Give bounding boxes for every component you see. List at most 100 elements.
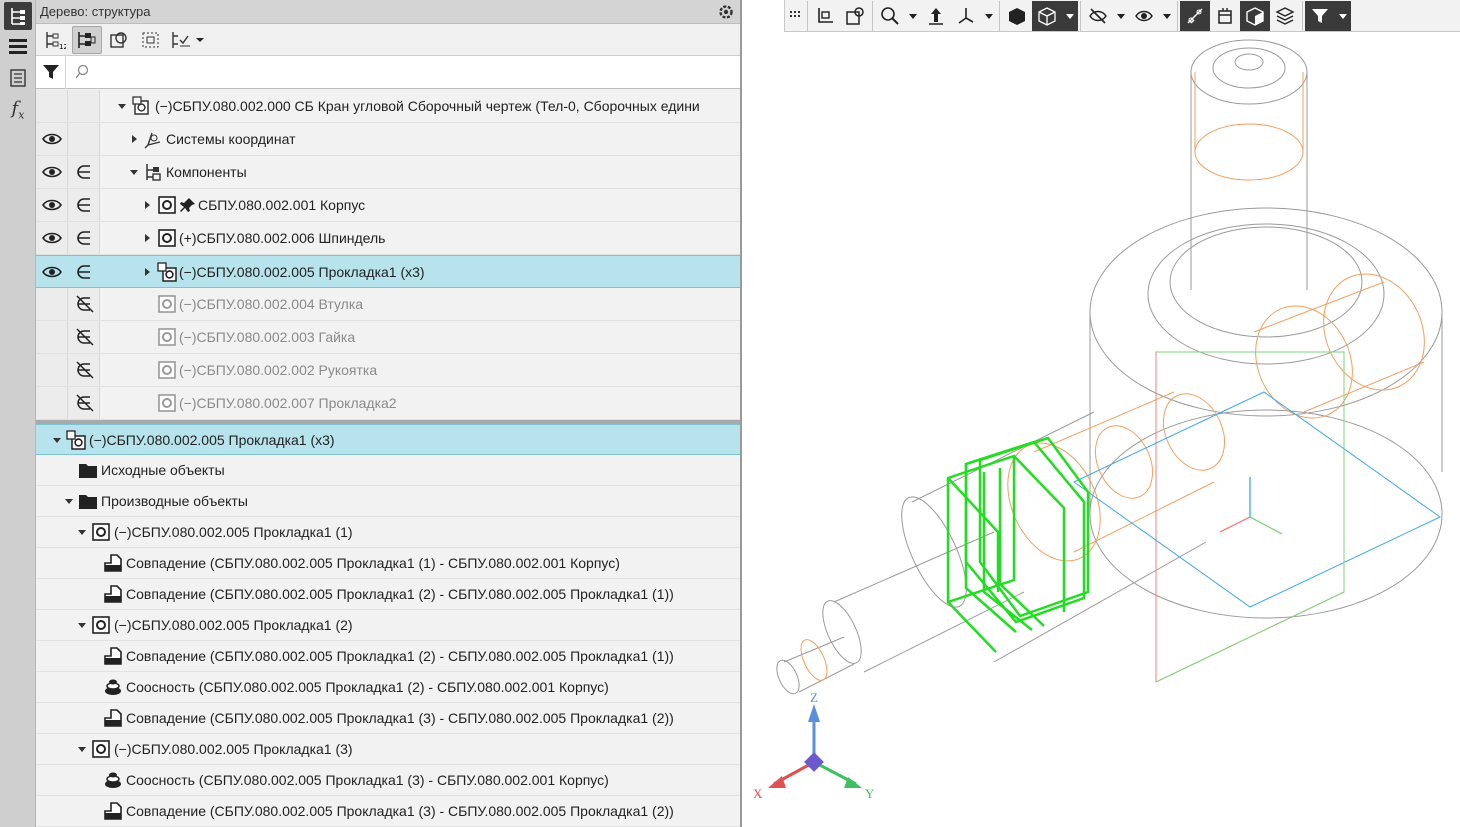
excluded-icon[interactable] <box>74 294 96 314</box>
chevron-down-icon[interactable] <box>905 1 921 31</box>
list-item[interactable]: Совпадение (СБПУ.080.002.005 Прокладка1 … <box>36 703 740 734</box>
separator <box>1302 0 1303 31</box>
filter-icon[interactable] <box>36 55 66 89</box>
properties-icon[interactable] <box>4 64 32 92</box>
eye-icon[interactable] <box>42 164 62 180</box>
wireframe-icon[interactable] <box>1032 0 1062 31</box>
orientation-icon[interactable] <box>951 1 981 31</box>
select-frame-icon[interactable] <box>136 26 166 54</box>
chevron-down-icon[interactable] <box>117 101 127 111</box>
zoom-fit-icon[interactable] <box>810 1 840 31</box>
search-input[interactable] <box>94 58 740 86</box>
part-icon <box>158 361 176 379</box>
excluded-icon[interactable] <box>74 327 96 347</box>
parts-icon[interactable] <box>104 26 134 54</box>
folder-icon <box>79 464 97 478</box>
pan-icon[interactable] <box>921 1 951 31</box>
structure-tree-icon[interactable] <box>72 25 102 54</box>
list-item-label: Совпадение (СБПУ.080.002.005 Прокладка1 … <box>126 710 674 726</box>
tree-icon[interactable] <box>4 2 32 30</box>
list-item[interactable]: (−)СБПУ.080.002.005 Прокладка1 (3) <box>36 734 740 765</box>
separator <box>999 0 1000 31</box>
tree-view-icon[interactable]: 12 <box>40 26 70 54</box>
tree-row-coord-systems[interactable]: Системы координат <box>36 123 740 156</box>
chevron-down-icon[interactable] <box>1159 1 1175 31</box>
tree-row-label: (−)СБПУ.080.002.003 Гайка <box>179 329 356 345</box>
chevron-down-icon[interactable] <box>64 496 74 506</box>
eye-icon[interactable] <box>42 264 62 280</box>
tree-row-part-excluded[interactable]: (−)СБПУ.080.002.003 Гайка <box>36 321 740 354</box>
include-icon[interactable] <box>74 262 96 282</box>
eye-icon[interactable] <box>42 197 62 213</box>
chevron-down-icon[interactable] <box>77 620 87 630</box>
chevron-down-icon[interactable] <box>129 167 139 177</box>
list-item[interactable]: Исходные объекты <box>36 455 740 486</box>
layers-icon[interactable] <box>1270 1 1300 31</box>
list-item[interactable]: Совпадение (СБПУ.080.002.005 Прокладка1 … <box>36 548 740 579</box>
tree-row-part[interactable]: (+)СБПУ.080.002.006 Шпиндель <box>36 222 740 255</box>
chevron-right-icon[interactable] <box>142 233 152 243</box>
tree-row-root[interactable]: (−)СБПУ.080.002.000 СБ Кран угловой Сбор… <box>36 90 740 123</box>
axis-x-label: X <box>753 786 763 801</box>
list-item[interactable]: (−)СБПУ.080.002.005 Прокладка1 (2) <box>36 610 740 641</box>
chevron-down-icon[interactable] <box>1335 0 1351 31</box>
model-wireframe[interactable]: Z Y X <box>744 32 1460 827</box>
relations-header-row[interactable]: (−)СБПУ.080.002.005 Прокладка1 (х3) <box>36 424 740 455</box>
list-item[interactable]: Соосность (СБПУ.080.002.005 Прокладка1 (… <box>36 765 740 796</box>
panel-title: Дерево: структура <box>36 0 740 24</box>
chevron-down-icon[interactable] <box>1113 1 1129 31</box>
chevron-down-icon[interactable] <box>52 435 62 445</box>
cut-view-icon[interactable] <box>1210 1 1240 31</box>
include-icon[interactable] <box>74 195 96 215</box>
list-item[interactable]: Производные объекты <box>36 486 740 517</box>
coincidence-icon <box>104 709 122 727</box>
3d-viewport[interactable]: Z Y X <box>744 0 1460 827</box>
chevron-right-icon[interactable] <box>142 267 152 277</box>
excluded-icon[interactable] <box>74 393 96 413</box>
list-item-label: Исходные объекты <box>101 462 225 478</box>
grip-icon[interactable] <box>785 1 805 31</box>
zoom-window-icon[interactable] <box>840 1 870 31</box>
array-part-icon <box>157 262 177 282</box>
show-icon[interactable] <box>1129 1 1159 31</box>
filter-icon[interactable] <box>1305 0 1335 31</box>
menu-icon[interactable] <box>4 32 32 60</box>
transparency-icon[interactable] <box>1240 0 1270 31</box>
coincidence-icon <box>104 647 122 665</box>
list-item[interactable]: (−)СБПУ.080.002.005 Прокладка1 (1) <box>36 517 740 548</box>
tree-row-part-excluded[interactable]: (−)СБПУ.080.002.007 Прокладка2 <box>36 387 740 420</box>
chevron-right-icon[interactable] <box>129 134 139 144</box>
list-item[interactable]: Совпадение (СБПУ.080.002.005 Прокладка1 … <box>36 579 740 610</box>
list-item[interactable]: Совпадение (СБПУ.080.002.005 Прокладка1 … <box>36 641 740 672</box>
shaded-icon[interactable] <box>1002 1 1032 31</box>
tree-row-part-selected[interactable]: (−)СБПУ.080.002.005 Прокладка1 (х3) <box>36 255 740 288</box>
chevron-down-icon[interactable] <box>77 527 87 537</box>
list-item-label: Совпадение (СБПУ.080.002.005 Прокладка1 … <box>126 586 674 602</box>
list-item[interactable]: Совпадение (СБПУ.080.002.005 Прокладка1 … <box>36 796 740 827</box>
eye-icon[interactable] <box>42 131 62 147</box>
tree-row-part[interactable]: СБПУ.080.002.001 Корпус <box>36 189 740 222</box>
tree-panel: Дерево: структура 12 <box>36 0 742 827</box>
include-icon[interactable] <box>74 162 96 182</box>
section-icon[interactable] <box>1180 0 1210 31</box>
function-icon[interactable]: fx <box>4 96 32 124</box>
excluded-icon[interactable] <box>74 360 96 380</box>
panel-title-text: Дерево: структура <box>40 4 151 19</box>
list-item-label: (−)СБПУ.080.002.005 Прокладка1 (1) <box>114 524 353 540</box>
chevron-down-icon[interactable] <box>1062 0 1078 31</box>
tree-row-label: (−)СБПУ.080.002.005 Прокладка1 (х3) <box>179 264 425 280</box>
zoom-icon[interactable] <box>875 1 905 31</box>
tree-row-components[interactable]: Компоненты <box>36 156 740 189</box>
list-item[interactable]: Соосность (СБПУ.080.002.005 Прокладка1 (… <box>36 672 740 703</box>
chevron-right-icon[interactable] <box>142 200 152 210</box>
list-item-label: (−)СБПУ.080.002.005 Прокладка1 (3) <box>114 741 353 757</box>
tree-row-part-excluded[interactable]: (−)СБПУ.080.002.004 Втулка <box>36 288 740 321</box>
gear-icon[interactable] <box>716 2 736 22</box>
include-icon[interactable] <box>74 228 96 248</box>
filter-list-icon[interactable] <box>168 26 206 54</box>
chevron-down-icon[interactable] <box>77 744 87 754</box>
tree-row-part-excluded[interactable]: (−)СБПУ.080.002.002 Рукоятка <box>36 354 740 387</box>
chevron-down-icon[interactable] <box>981 1 997 31</box>
eye-icon[interactable] <box>42 230 62 246</box>
hide-icon[interactable] <box>1083 1 1113 31</box>
